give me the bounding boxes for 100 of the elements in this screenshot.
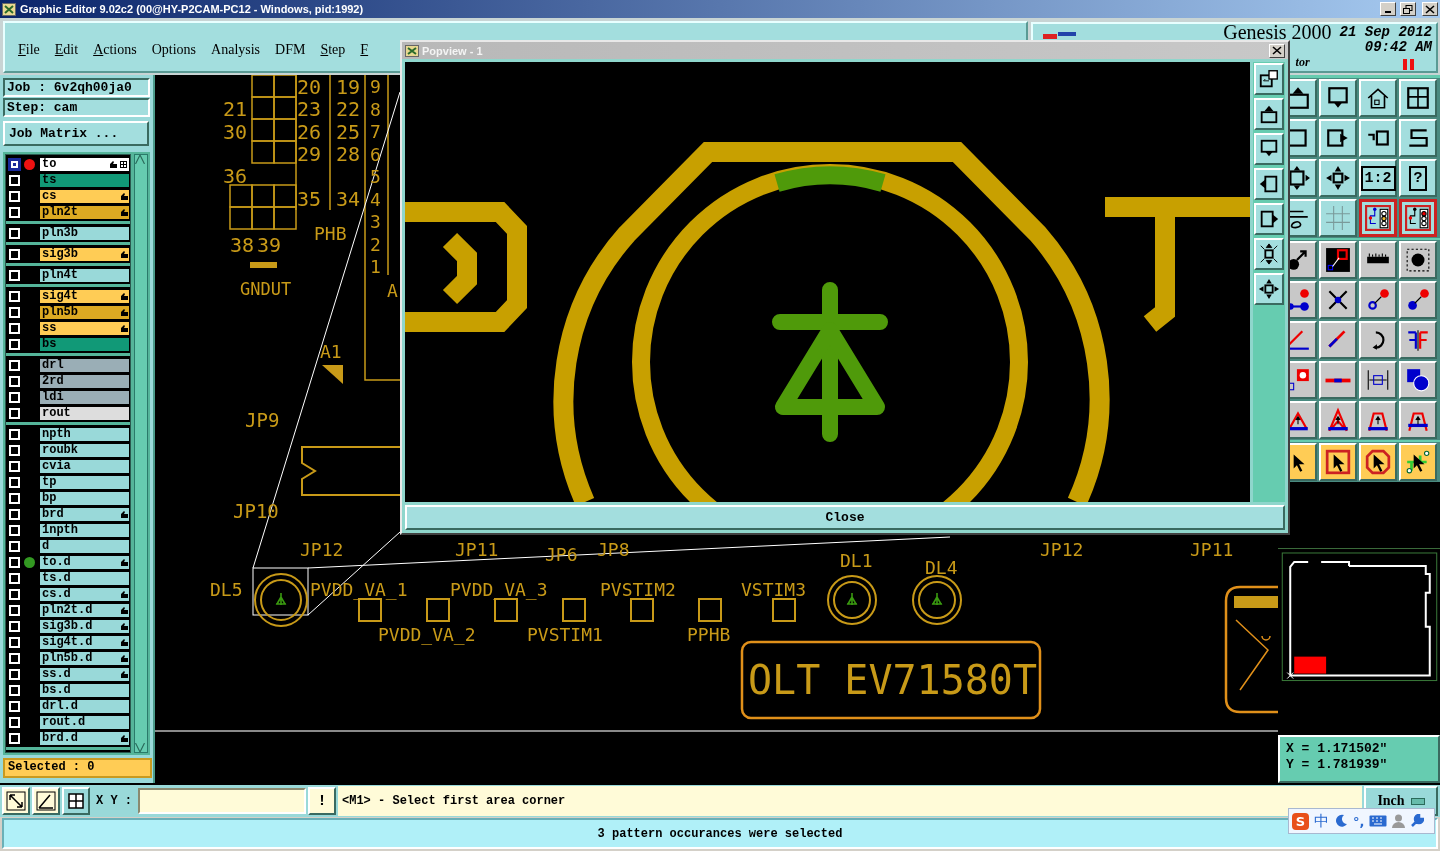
close-button[interactable] (1269, 43, 1285, 58)
layer-item[interactable]: cs.d (39, 586, 130, 602)
layer-item[interactable]: ss.d (39, 666, 130, 682)
moon-icon[interactable] (1334, 814, 1348, 828)
close-button[interactable]: Close (405, 505, 1285, 530)
view-tool-button[interactable] (1254, 63, 1284, 95)
job-matrix-button[interactable]: Job Matrix ... (3, 121, 149, 146)
popup-title: Popview - 1 (422, 44, 484, 57)
layer-item[interactable]: to.d (39, 554, 130, 570)
ime-logo[interactable]: S (1292, 812, 1309, 830)
punctuation-button[interactable]: °, (1353, 813, 1365, 829)
tool-button[interactable] (1359, 199, 1397, 237)
alert-button[interactable]: ! (308, 787, 336, 815)
menu-item[interactable]: File (18, 42, 40, 58)
layer-item[interactable]: 1npth (39, 522, 130, 538)
angle-icon (36, 791, 56, 811)
restore-button[interactable] (1400, 2, 1416, 16)
board-label: 23 (297, 99, 322, 119)
pointer-frame-icon (1365, 449, 1391, 475)
board-label: A (387, 282, 398, 300)
pin-number: 6 (370, 145, 381, 164)
tool-button[interactable]: 1:2 (1359, 159, 1397, 197)
menu-item[interactable]: DFM (275, 42, 306, 58)
tool-button[interactable]: ? (1399, 159, 1437, 197)
layer-item[interactable]: ss (39, 320, 130, 336)
layer-item[interactable]: cvia (39, 458, 130, 474)
layer-item[interactable]: pln5b (39, 304, 130, 320)
square-pad (358, 598, 382, 622)
layer-item[interactable]: to (39, 156, 130, 172)
board-label: 28 (336, 144, 361, 164)
layer-item[interactable]: ldi (39, 389, 130, 405)
menu-item[interactable]: F (360, 42, 369, 58)
layer-item[interactable]: sig4t.d (39, 634, 130, 650)
scroll-down-icon[interactable] (135, 743, 145, 752)
layer-item[interactable]: pln2t (39, 204, 130, 220)
layer-item[interactable]: drl.d (39, 698, 130, 714)
layer-item[interactable]: cs (39, 188, 130, 204)
pad-icon (1405, 247, 1431, 273)
layer-item[interactable]: 2rd (39, 373, 130, 389)
layer-item[interactable]: sig3b (39, 246, 130, 262)
scroll-up-icon[interactable] (135, 155, 145, 164)
coordinate-input[interactable] (138, 788, 306, 814)
layer-item[interactable]: drl (39, 357, 130, 373)
layer-item[interactable]: npth (39, 426, 130, 442)
window-grid-icon (1405, 85, 1431, 111)
layer-item[interactable]: d (39, 538, 130, 554)
layer-item[interactable]: bp (39, 490, 130, 506)
view-tool-button[interactable] (1254, 203, 1284, 235)
layer-item[interactable]: rout.d (39, 714, 130, 730)
minimize-button[interactable] (1380, 2, 1396, 16)
layer-item[interactable]: pln5b.d (39, 650, 130, 666)
move-icon (1258, 278, 1280, 300)
layer-item[interactable]: brd.d (39, 730, 130, 746)
grid-button[interactable] (62, 787, 90, 815)
board-label: 25 (336, 122, 361, 142)
layer-item[interactable]: brd (39, 506, 130, 522)
board-label: 35 (297, 189, 322, 209)
close-button[interactable] (1422, 2, 1438, 16)
board-label: JP9 (245, 411, 280, 430)
view-tool-button[interactable] (1254, 168, 1284, 200)
line-icon (1325, 377, 1351, 383)
window-icon (1258, 68, 1280, 90)
view-tool-button[interactable] (1254, 98, 1284, 130)
view-tool-button[interactable] (1254, 273, 1284, 305)
layer-item[interactable]: tp (39, 474, 130, 490)
square-pad (698, 598, 722, 622)
layer-item[interactable]: pln2t.d (39, 602, 130, 618)
zoom-area-button[interactable] (2, 787, 30, 815)
menu-item[interactable]: Step (320, 42, 346, 58)
app-icon (2, 2, 16, 16)
job-name: Job : 6v2qh00ja0 (3, 78, 150, 97)
layer-item[interactable]: ts (39, 172, 130, 188)
layer-item[interactable]: sig3b.d (39, 618, 130, 634)
person-icon[interactable] (1392, 814, 1406, 828)
viewport-marker (1294, 656, 1327, 674)
menu-item[interactable]: Analysis (211, 42, 261, 58)
menu-item[interactable]: Options (151, 42, 197, 58)
scrollbar[interactable] (134, 154, 148, 753)
board-label: GNDUT (240, 281, 292, 298)
view-tool-button[interactable] (1254, 238, 1284, 270)
layer-item[interactable]: ts.d (39, 570, 130, 586)
angle-button[interactable] (32, 787, 60, 815)
layer-item[interactable]: pln4t (39, 267, 130, 283)
layer-item[interactable]: roubk (39, 442, 130, 458)
menu-item[interactable]: Edit (54, 42, 79, 58)
layer-item[interactable]: bs (39, 336, 130, 352)
view-tool-button[interactable] (1254, 133, 1284, 165)
board-label: JP11 (455, 541, 499, 559)
menu-item[interactable]: Actions (93, 42, 137, 58)
board-label: DL5 (210, 581, 243, 599)
board-label: DL1 (840, 552, 873, 570)
layer-checkbox[interactable] (8, 157, 21, 171)
wrench-icon[interactable] (1410, 814, 1425, 828)
layer-item[interactable]: sig4t (39, 288, 130, 304)
layer-item[interactable]: bs.d (39, 682, 130, 698)
layer-item[interactable]: rout (39, 405, 130, 421)
tool-button[interactable] (1399, 199, 1437, 237)
keyboard-icon[interactable] (1369, 815, 1388, 827)
layer-item[interactable]: pln3b (39, 225, 130, 241)
silkscreen-bar (250, 262, 277, 268)
